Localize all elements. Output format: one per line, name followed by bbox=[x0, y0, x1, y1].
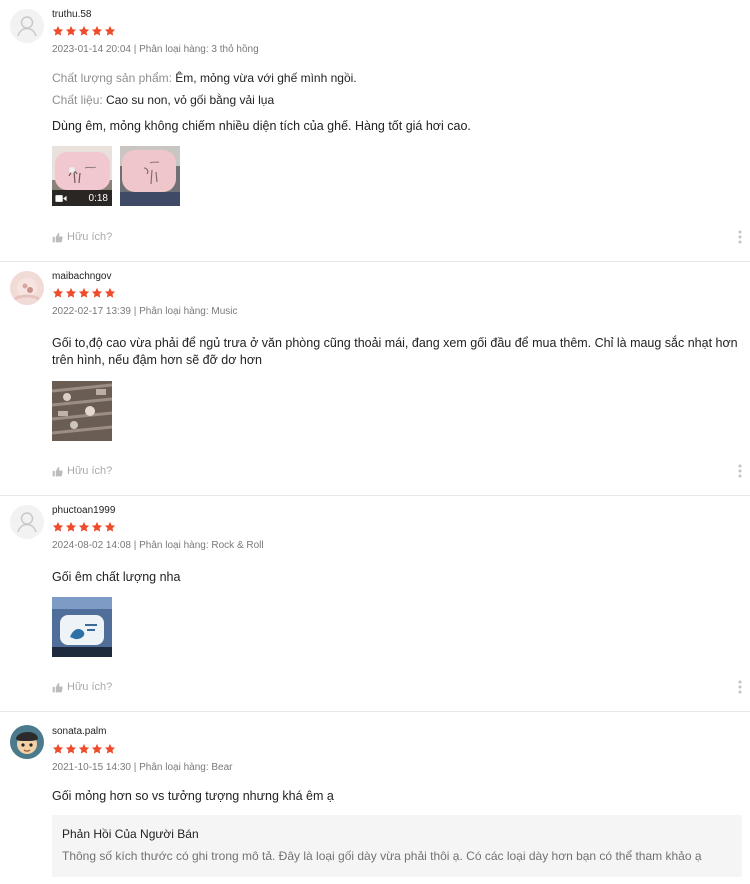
review-content: Gối êm chất lượng nha bbox=[52, 570, 181, 584]
star-filled-icon bbox=[78, 287, 90, 299]
helpful-button[interactable]: Hữu ích? bbox=[52, 465, 112, 477]
review-item: truthu.58 2023-01-14 20:04 | Phân loại h… bbox=[0, 0, 750, 262]
rating-stars bbox=[52, 287, 116, 299]
review-media bbox=[52, 381, 112, 441]
review-attribute: Chất liệu: Cao su non, vỏ gối bằng vải l… bbox=[52, 93, 274, 107]
avatar[interactable] bbox=[10, 725, 44, 759]
review-video-thumbnail[interactable]: 0:18 bbox=[52, 146, 112, 206]
star-filled-icon bbox=[65, 521, 77, 533]
avatar[interactable] bbox=[10, 505, 44, 539]
star-filled-icon bbox=[52, 25, 64, 37]
thumbs-up-icon bbox=[52, 466, 63, 477]
review-author[interactable]: sonata.palm bbox=[52, 726, 106, 737]
more-options-button[interactable] bbox=[738, 464, 742, 478]
star-filled-icon bbox=[78, 743, 90, 755]
review-content: Dùng êm, mỏng không chiếm nhiều diện tíc… bbox=[52, 119, 471, 133]
seller-reply: Phản Hồi Của Người Bán Thông số kích thư… bbox=[52, 815, 742, 877]
seller-reply-body: Thông số kích thước có ghi trong mô tả. … bbox=[62, 849, 702, 863]
avatar[interactable] bbox=[10, 271, 44, 305]
star-filled-icon bbox=[91, 287, 103, 299]
star-filled-icon bbox=[104, 287, 116, 299]
review-content: Gối mỏng hơn so vs tưởng tượng nhưng khá… bbox=[52, 789, 334, 803]
user-placeholder-icon bbox=[10, 505, 44, 539]
star-filled-icon bbox=[52, 287, 64, 299]
review-meta: 2021-10-15 14:30 | Phân loại hàng: Bear bbox=[52, 762, 233, 773]
rating-stars bbox=[52, 25, 116, 37]
helpful-label: Hữu ích? bbox=[67, 681, 113, 693]
thumbs-up-icon bbox=[52, 682, 63, 693]
helpful-button[interactable]: Hữu ích? bbox=[52, 231, 112, 243]
review-author[interactable]: truthu.58 bbox=[52, 9, 91, 20]
helpful-label: Hữu ích? bbox=[67, 231, 113, 243]
user-photo bbox=[10, 725, 44, 759]
review-image-thumbnail[interactable] bbox=[52, 381, 112, 441]
pink-pillow-image bbox=[120, 146, 180, 206]
review-item: sonata.palm 2021-10-15 14:30 | Phân loại… bbox=[0, 712, 750, 884]
helpful-button[interactable]: Hữu ích? bbox=[52, 681, 112, 693]
review-author[interactable]: phuctoan1999 bbox=[52, 505, 115, 516]
attribute-key: Chất lượng sản phẩm: bbox=[52, 71, 172, 85]
star-filled-icon bbox=[104, 521, 116, 533]
review-meta: 2024-08-02 14:08 | Phân loại hàng: Rock … bbox=[52, 540, 264, 551]
star-filled-icon bbox=[65, 743, 77, 755]
review-content: Gối to,độ cao vừa phải để ngủ trưa ở văn… bbox=[52, 336, 738, 367]
review-author[interactable]: maibachngov bbox=[52, 271, 111, 282]
attribute-value: Êm, mỏng vừa với ghế mình ngồi. bbox=[171, 71, 357, 85]
patterned-pillow-image bbox=[52, 381, 112, 441]
review-image-thumbnail[interactable] bbox=[120, 146, 180, 206]
star-filled-icon bbox=[52, 743, 64, 755]
attribute-value: Cao su non, vỏ gối bằng vải lụa bbox=[102, 93, 275, 107]
more-vertical-icon bbox=[738, 230, 742, 244]
video-camera-icon bbox=[55, 194, 67, 203]
more-options-button[interactable] bbox=[738, 680, 742, 694]
star-filled-icon bbox=[91, 743, 103, 755]
helpful-label: Hữu ích? bbox=[67, 465, 113, 477]
review-attribute: Chất lượng sản phẩm: Êm, mỏng vừa với gh… bbox=[52, 71, 357, 85]
review-media bbox=[52, 597, 112, 657]
review-meta: 2022-02-17 13:39 | Phân loại hàng: Music bbox=[52, 306, 238, 317]
star-filled-icon bbox=[104, 25, 116, 37]
rating-stars bbox=[52, 743, 116, 755]
star-filled-icon bbox=[78, 25, 90, 37]
rating-stars bbox=[52, 521, 116, 533]
star-filled-icon bbox=[78, 521, 90, 533]
thumbs-up-icon bbox=[52, 232, 63, 243]
user-placeholder-icon bbox=[10, 9, 44, 43]
star-filled-icon bbox=[65, 287, 77, 299]
blue-pillow-image bbox=[52, 597, 112, 657]
star-filled-icon bbox=[91, 25, 103, 37]
star-filled-icon bbox=[104, 743, 116, 755]
avatar[interactable] bbox=[10, 9, 44, 43]
review-item: phuctoan1999 2024-08-02 14:08 | Phân loạ… bbox=[0, 496, 750, 712]
more-vertical-icon bbox=[738, 464, 742, 478]
attribute-key: Chất liệu: bbox=[52, 93, 103, 107]
review-image-thumbnail[interactable] bbox=[52, 597, 112, 657]
seller-reply-title: Phản Hồi Của Người Bán bbox=[62, 827, 199, 841]
video-duration: 0:18 bbox=[88, 192, 108, 204]
video-bar: 0:18 bbox=[52, 190, 112, 206]
star-filled-icon bbox=[52, 521, 64, 533]
star-filled-icon bbox=[91, 521, 103, 533]
user-photo bbox=[10, 271, 44, 305]
review-item: maibachngov 2022-02-17 13:39 | Phân loại… bbox=[0, 262, 750, 496]
star-filled-icon bbox=[65, 25, 77, 37]
more-options-button[interactable] bbox=[738, 230, 742, 244]
more-vertical-icon bbox=[738, 680, 742, 694]
review-media: 0:18 bbox=[52, 146, 180, 206]
review-meta: 2023-01-14 20:04 | Phân loại hàng: 3 thỏ… bbox=[52, 44, 259, 55]
